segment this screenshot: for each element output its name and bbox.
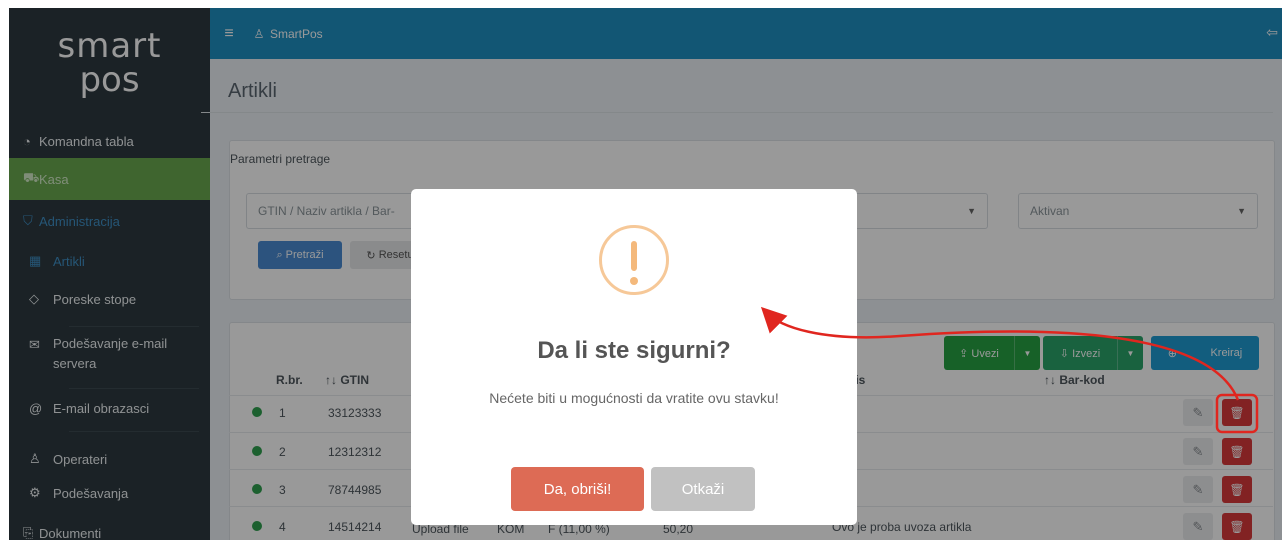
confirm-delete-button[interactable]: Da, obriši! <box>511 467 644 511</box>
dialog-message: Nećete biti u mogućnosti da vratite ovu … <box>489 390 779 406</box>
cancel-button[interactable]: Otkaži <box>651 467 755 511</box>
dialog-title: Da li ste sigurni? <box>537 337 731 364</box>
warning-icon-bar <box>631 241 637 271</box>
confirm-dialog: Da li ste sigurni? Nećete biti u mogućno… <box>411 189 857 525</box>
warning-icon-dot <box>630 277 638 285</box>
